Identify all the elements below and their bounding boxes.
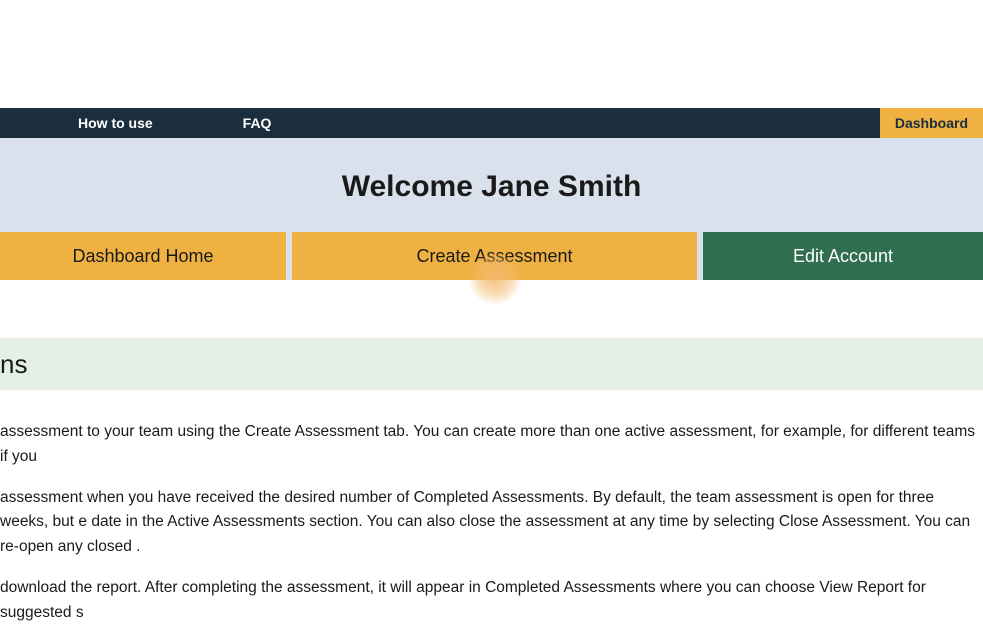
tab-edit-account[interactable]: Edit Account [703, 232, 983, 280]
content-spacer [0, 280, 983, 338]
top-spacer [0, 0, 983, 108]
section-title: ns [0, 349, 27, 380]
welcome-banner: Welcome Jane Smith Dashboard Home Create… [0, 138, 983, 280]
body-content: assessment to your team using the Create… [0, 390, 983, 626]
nav-dashboard[interactable]: Dashboard [895, 115, 968, 131]
welcome-title: Welcome Jane Smith [0, 170, 983, 204]
section-header: ns [0, 338, 983, 390]
body-paragraph-1: assessment to your team using the Create… [0, 420, 979, 470]
nav-faq[interactable]: FAQ [223, 115, 292, 131]
tab-row: Dashboard Home Create Assessment Edit Ac… [0, 232, 983, 280]
body-paragraph-3: download the report. After completing th… [0, 576, 979, 626]
tab-dashboard-home[interactable]: Dashboard Home [0, 232, 286, 280]
tab-create-assessment[interactable]: Create Assessment [292, 232, 697, 280]
nav-right-container: Dashboard [880, 108, 983, 138]
top-navigation: How to use FAQ Dashboard [0, 108, 983, 138]
nav-how-to-use[interactable]: How to use [58, 115, 173, 131]
tab-create-assessment-label: Create Assessment [416, 246, 572, 267]
